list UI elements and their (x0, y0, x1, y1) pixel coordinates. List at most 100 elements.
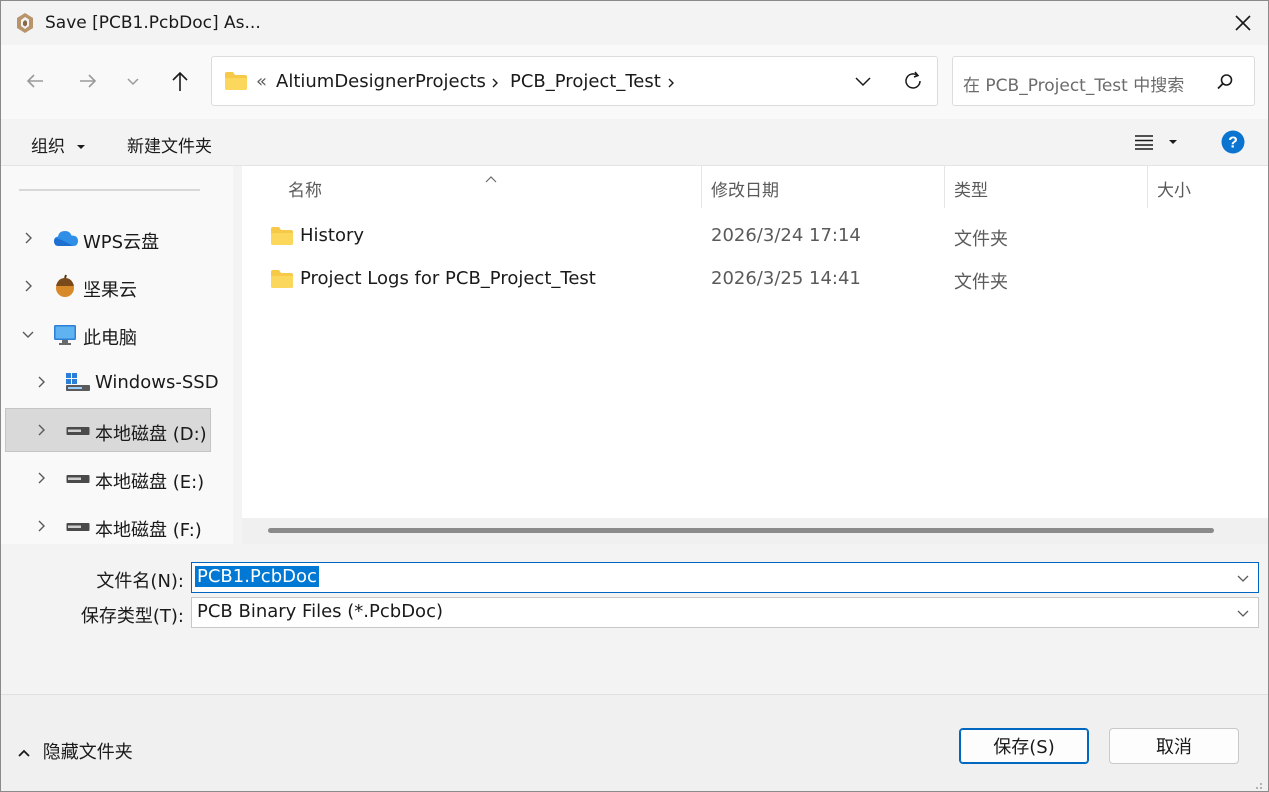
address-bar[interactable]: « AltiumDesignerProjects PCB_Project_Tes… (211, 56, 938, 106)
chevron-down-icon[interactable] (1236, 606, 1250, 620)
file-list: 名称 修改日期 类型 大小 History 2026/3/24 17:14 文件… (242, 166, 1268, 544)
search-input[interactable]: 在 PCB_Project_Test 中搜索 (963, 71, 1184, 96)
column-divider[interactable] (701, 166, 702, 208)
navigation-pane: WPS云盘 坚果云 此电脑 Windows-SSD 本地磁盘 (D:) 本地磁盘… (1, 166, 233, 620)
chevron-down-icon (127, 78, 139, 86)
breadcrumb-overflow[interactable]: « (256, 71, 267, 92)
chevron-right-icon[interactable] (21, 279, 35, 293)
sidebar-item-label: 本地磁盘 (D:) (95, 424, 207, 445)
sidebar-item-drive-f[interactable]: 本地磁盘 (F:) (5, 505, 211, 549)
folder-icon (224, 71, 248, 95)
close-icon (1235, 15, 1251, 31)
back-button[interactable] (18, 64, 52, 98)
nav-divider (19, 189, 200, 191)
breadcrumb-item[interactable]: PCB_Project_Test (510, 71, 661, 92)
filetype-select[interactable]: PCB Binary Files (*.PcbDoc) (191, 597, 1259, 628)
sidebar-item-label: WPS云盘 (83, 232, 160, 253)
sidebar-item-label: 坚果云 (83, 280, 137, 301)
breadcrumb-separator-icon[interactable] (490, 75, 500, 94)
filetype-label: 保存类型(T): (80, 606, 184, 627)
file-type: 文件夹 (954, 272, 1008, 293)
arrow-right-icon (80, 74, 97, 88)
column-header-modified[interactable]: 修改日期 (711, 176, 779, 201)
breadcrumb-item[interactable]: AltiumDesignerProjects (276, 71, 486, 92)
nut-icon (56, 274, 74, 297)
filetype-value: PCB Binary Files (*.PcbDoc) (197, 601, 443, 622)
title-bar: Save [PCB1.PcbDoc] As... (1, 1, 1268, 45)
file-name: History (300, 225, 365, 246)
sidebar-item-label: 此电脑 (83, 328, 137, 349)
hide-folders-label: 隐藏文件夹 (42, 742, 133, 763)
breadcrumb-separator-icon[interactable] (666, 75, 676, 94)
dialog-footer: 隐藏文件夹 保存(S) 取消 (1, 694, 1268, 791)
sidebar-item-wps-cloud[interactable]: WPS云盘 (5, 217, 211, 261)
up-button[interactable] (163, 64, 197, 98)
save-form: 文件名(N): PCB1.PcbDoc 保存类型(T): PCB Binary … (1, 544, 1268, 694)
column-header-name[interactable]: 名称 (288, 176, 322, 201)
sidebar-item-windows-ssd[interactable]: Windows-SSD (5, 361, 219, 405)
cancel-button[interactable]: 取消 (1109, 728, 1239, 764)
file-modified: 2026/3/24 17:14 (711, 225, 861, 246)
svg-text:?: ? (1228, 135, 1238, 152)
file-row[interactable]: Project Logs for PCB_Project_Test 2026/3… (242, 259, 1268, 299)
column-divider[interactable] (1147, 166, 1148, 208)
view-options-button[interactable] (1134, 133, 1178, 155)
new-folder-button[interactable]: 新建文件夹 (127, 132, 212, 157)
sidebar-item-jianguoyun[interactable]: 坚果云 (5, 265, 211, 309)
address-history-dropdown[interactable] (853, 73, 873, 93)
drive-icon (66, 523, 90, 531)
window-title: Save [PCB1.PcbDoc] As... (45, 13, 261, 33)
search-box[interactable]: 在 PCB_Project_Test 中搜索 (952, 56, 1255, 106)
cloud-icon (54, 231, 78, 246)
chevron-right-icon[interactable] (34, 519, 48, 533)
list-view-icon (1135, 135, 1177, 150)
resize-grip-icon[interactable] (1251, 775, 1263, 791)
chevron-up-icon (18, 749, 30, 757)
folder-icon (271, 270, 293, 288)
close-button[interactable] (1229, 9, 1257, 37)
chevron-right-icon[interactable] (21, 231, 35, 245)
refresh-button[interactable] (902, 70, 924, 96)
computer-icon (54, 325, 76, 345)
drive-icon (66, 475, 90, 483)
file-name: Project Logs for PCB_Project_Test (300, 268, 596, 289)
recent-locations-button[interactable] (116, 64, 150, 98)
sidebar-item-drive-e[interactable]: 本地磁盘 (E:) (5, 457, 211, 501)
altium-app-icon (15, 12, 35, 34)
windows-drive-icon (66, 373, 90, 391)
hide-folders-toggle[interactable]: 隐藏文件夹 (17, 738, 133, 764)
column-divider[interactable] (944, 166, 945, 208)
chevron-down-icon[interactable] (1236, 571, 1250, 585)
help-icon: ? (1221, 130, 1245, 154)
organize-label: 组织 (31, 137, 65, 157)
arrow-left-icon (26, 74, 43, 88)
chevron-down-icon (855, 77, 871, 87)
sort-ascending-icon (485, 168, 497, 187)
caret-down-icon (77, 145, 86, 149)
arrow-up-icon (172, 71, 188, 91)
file-row[interactable]: History 2026/3/24 17:14 文件夹 (242, 216, 1268, 256)
search-icon[interactable] (1215, 72, 1235, 96)
refresh-icon (905, 71, 921, 89)
chevron-right-icon[interactable] (34, 423, 48, 437)
chevron-down-icon[interactable] (21, 327, 35, 341)
sidebar-item-label: 本地磁盘 (F:) (95, 520, 202, 541)
filename-input[interactable]: PCB1.PcbDoc (195, 566, 319, 587)
horizontal-scrollbar[interactable] (268, 528, 1214, 533)
drive-icon (66, 427, 90, 435)
column-header-size[interactable]: 大小 (1157, 176, 1191, 201)
filename-label: 文件名(N): (96, 571, 184, 592)
save-as-dialog: Save [PCB1.PcbDoc] As... « AltiumDesigne… (0, 0, 1269, 792)
sidebar-item-this-pc[interactable]: 此电脑 (5, 313, 211, 357)
command-bar: 组织 新建文件夹 ? (1, 119, 1268, 166)
help-button[interactable]: ? (1221, 130, 1245, 158)
chevron-right-icon[interactable] (34, 375, 48, 389)
filename-field[interactable]: PCB1.PcbDoc (191, 562, 1259, 593)
organize-menu-button[interactable]: 组织 (31, 132, 86, 157)
chevron-right-icon[interactable] (34, 471, 48, 485)
forward-button[interactable] (71, 64, 105, 98)
save-button[interactable]: 保存(S) (959, 728, 1089, 764)
column-header-type[interactable]: 类型 (954, 176, 988, 201)
file-type: 文件夹 (954, 229, 1008, 250)
sidebar-item-drive-d[interactable]: 本地磁盘 (D:) (5, 408, 211, 452)
